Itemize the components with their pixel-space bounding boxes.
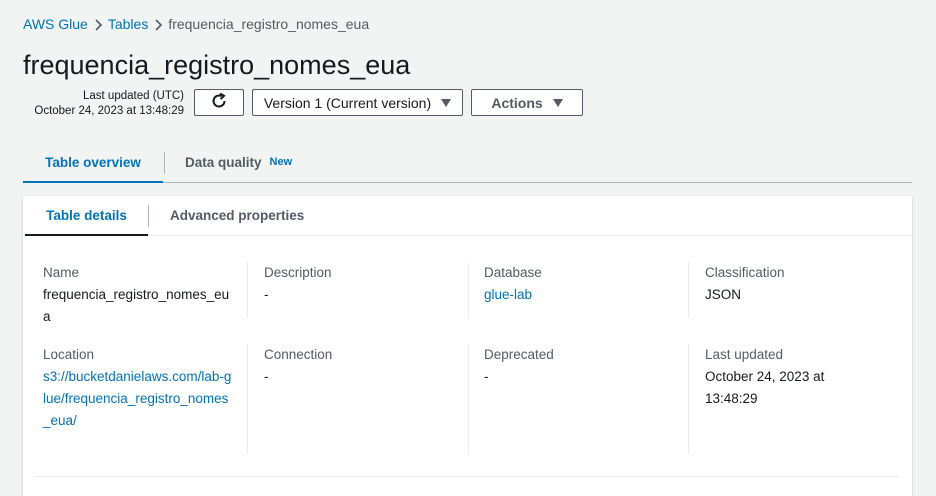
subtab-table-details[interactable]: Table details (25, 196, 148, 236)
main-tabs: Table overview Data quality New (23, 142, 912, 183)
subtab-divider (148, 205, 149, 227)
detail-label: Location (43, 347, 95, 362)
detail-last-updated: Last updated October 24, 2023 at 13:48:2… (705, 344, 855, 410)
last-updated-label: Last updated (UTC) (83, 90, 184, 102)
detail-subtabs: Table details Advanced properties (23, 196, 912, 236)
caret-down-icon (441, 98, 452, 107)
chevron-right-icon (88, 16, 108, 32)
detail-label: Name (43, 265, 80, 280)
column-divider (247, 344, 248, 454)
detail-value: - (264, 369, 269, 384)
detail-name: Name frequencia_registro_nomes_eua (43, 262, 235, 328)
detail-value: frequencia_registro_nomes_eua (43, 287, 230, 324)
last-updated-info: Last updated (UTC) October 24, 2023 at 1… (20, 89, 184, 119)
column-divider (247, 262, 248, 318)
tab-data-quality[interactable]: Data quality New (185, 142, 292, 182)
detail-value: JSON (705, 287, 742, 302)
detail-value: - (264, 287, 269, 302)
section-divider (35, 476, 899, 477)
location-link[interactable]: s3://bucketdanielaws.com/lab-glue/freque… (43, 366, 233, 432)
detail-deprecated: Deprecated - (484, 344, 704, 388)
breadcrumb-aws-glue[interactable]: AWS Glue (23, 16, 88, 32)
detail-label: Classification (705, 265, 785, 280)
new-badge: New (269, 156, 293, 168)
detail-location: Location s3://bucketdanielaws.com/lab-gl… (43, 344, 233, 432)
detail-label: Database (484, 265, 542, 280)
detail-label: Connection (264, 347, 333, 362)
caret-down-icon (552, 98, 563, 107)
actions-label: Actions (491, 94, 543, 111)
refresh-icon (210, 92, 228, 113)
version-select[interactable]: Version 1 (Current version) (252, 89, 463, 116)
actions-button[interactable]: Actions (471, 89, 583, 116)
detail-description: Description - (264, 262, 484, 306)
chevron-right-icon (148, 16, 168, 32)
breadcrumb-current: frequencia_registro_nomes_eua (168, 16, 370, 32)
breadcrumb-tables[interactable]: Tables (108, 16, 148, 32)
tab-divider (164, 152, 165, 174)
detail-connection: Connection - (264, 344, 484, 388)
detail-database: Database glue-lab (484, 262, 704, 306)
detail-label: Deprecated (484, 347, 554, 362)
detail-label: Description (264, 265, 332, 280)
table-details-panel: Table details Advanced properties Name f… (23, 196, 912, 496)
tab-data-quality-label: Data quality (185, 154, 262, 170)
last-updated-value: October 24, 2023 at 13:48:29 (34, 105, 184, 117)
page-title: frequencia_registro_nomes_eua (23, 50, 411, 80)
detail-label: Last updated (705, 347, 784, 362)
breadcrumb: AWS Glue Tables frequencia_registro_nome… (23, 16, 369, 32)
tab-table-overview[interactable]: Table overview (23, 142, 163, 183)
version-label: Version 1 (Current version) (263, 94, 432, 111)
database-link[interactable]: glue-lab (484, 284, 704, 306)
detail-value: October 24, 2023 at 13:48:29 (705, 369, 825, 406)
subtab-advanced-properties[interactable]: Advanced properties (170, 196, 304, 235)
refresh-button[interactable] (194, 89, 244, 116)
detail-value: - (484, 369, 489, 384)
detail-classification: Classification JSON (705, 262, 925, 306)
